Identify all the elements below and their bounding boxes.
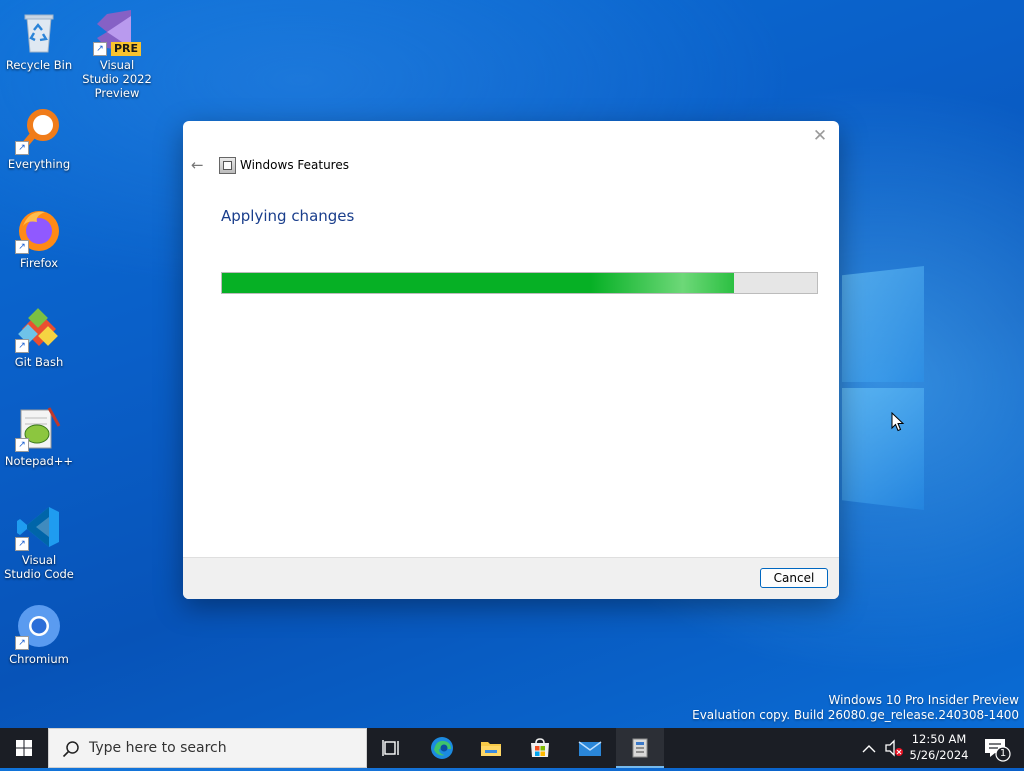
desktop-icon-label: Chromium (9, 652, 69, 666)
preview-badge: PRE (110, 42, 141, 56)
windows-logo-pane-top (842, 266, 924, 382)
taskbar-windows-features[interactable] (616, 728, 664, 768)
progress-bar (221, 272, 818, 294)
file-explorer-icon (481, 742, 501, 756)
watermark-edition: Windows 10 Pro Insider Preview (828, 693, 1019, 707)
desktop-icon-notepad-plus-plus[interactable]: ↗ Notepad++ (2, 404, 76, 468)
desktop-icon-label: Visual Studio Code (4, 553, 74, 581)
mouse-cursor-icon (891, 412, 905, 432)
desktop-icon-chromium[interactable]: ↗ Chromium (2, 602, 76, 666)
notification-count-badge: 1 (999, 748, 1007, 759)
desktop-icon-everything[interactable]: ↗ Everything (2, 107, 76, 171)
recycle-bin-icon (15, 8, 63, 56)
windows-start-icon (16, 740, 32, 756)
windows-features-icon (632, 738, 648, 758)
microsoft-store-icon (531, 738, 549, 757)
task-view-icon (382, 740, 399, 756)
taskbar-edge[interactable] (418, 728, 466, 768)
shortcut-arrow-icon: ↗ (15, 141, 29, 155)
notepad-plus-plus-icon: ↗ (15, 404, 63, 452)
clock-time: 12:50 AM (911, 732, 967, 746)
edge-icon (431, 737, 453, 759)
taskbar-mail[interactable] (566, 728, 614, 768)
firefox-icon: ↗ (15, 206, 63, 254)
clock-date: 5/26/2024 (909, 748, 969, 762)
task-view-button[interactable] (368, 728, 416, 768)
desktop-icon-label: Git Bash (14, 355, 64, 369)
shortcut-arrow-icon: ↗ (15, 438, 29, 452)
shortcut-arrow-icon: ↗ (93, 42, 107, 56)
back-arrow-icon[interactable]: ← (191, 156, 207, 174)
volume-button[interactable] (882, 728, 904, 768)
desktop-icon-label: Firefox (19, 256, 59, 270)
taskbar-clock[interactable]: 12:50 AM 5/26/2024 (905, 731, 973, 763)
shortcut-arrow-icon: ↗ (15, 339, 29, 353)
desktop-icon-firefox[interactable]: ↗ Firefox (2, 206, 76, 270)
search-icon (62, 741, 79, 758)
search-placeholder: Type here to search (89, 740, 227, 756)
windows-features-dialog: ✕ ← Windows Features Applying changes Ca… (183, 121, 839, 599)
close-button[interactable]: ✕ (809, 125, 831, 147)
chromium-icon: ↗ (15, 602, 63, 650)
dialog-title: Windows Features (240, 158, 349, 172)
desktop-icon-label: Recycle Bin (5, 58, 73, 72)
desktop-icon-recycle-bin[interactable]: Recycle Bin (2, 8, 76, 72)
desktop-icon-label: Visual Studio 2022 Preview (82, 58, 152, 100)
visual-studio-icon: PRE ↗ (93, 8, 141, 56)
shortcut-arrow-icon: ↗ (15, 240, 29, 254)
cancel-button[interactable]: Cancel (760, 568, 828, 588)
dialog-heading: Applying changes (221, 207, 355, 225)
mail-icon (578, 741, 602, 756)
action-center-button[interactable]: 1 (978, 728, 1018, 768)
notification-icon (985, 739, 1011, 762)
taskbar: Type here to search 12:50 AM 5/26/2024 1 (0, 728, 1024, 768)
start-button[interactable] (0, 728, 48, 768)
build-watermark: Windows 10 Pro Insider Preview Evaluatio… (692, 693, 1019, 723)
watermark-build: Evaluation copy. Build 26080.ge_release.… (692, 708, 1019, 722)
shortcut-arrow-icon: ↗ (15, 537, 29, 551)
show-hidden-icons-button[interactable] (858, 728, 880, 768)
progress-fill (222, 273, 734, 293)
desktop-icon-visual-studio-code[interactable]: ↗ Visual Studio Code (2, 503, 76, 581)
desktop-icon-label: Everything (7, 157, 71, 171)
windows-features-app-icon (219, 157, 236, 174)
vscode-icon: ↗ (15, 503, 63, 551)
git-bash-icon: ↗ (15, 305, 63, 353)
desktop-icon-visual-studio-2022-preview[interactable]: PRE ↗ Visual Studio 2022 Preview (80, 8, 154, 100)
chevron-up-icon (862, 745, 876, 753)
taskbar-file-explorer[interactable] (467, 728, 515, 768)
dialog-footer: Cancel (183, 557, 839, 599)
desktop-icon-git-bash[interactable]: ↗ Git Bash (2, 305, 76, 369)
shortcut-arrow-icon: ↗ (15, 636, 29, 650)
taskbar-search-box[interactable]: Type here to search (48, 728, 367, 768)
desktop-icon-label: Notepad++ (4, 454, 74, 468)
taskbar-microsoft-store[interactable] (516, 728, 564, 768)
volume-muted-icon (885, 739, 903, 757)
windows-logo-pane-bottom (842, 388, 924, 510)
everything-search-icon: ↗ (15, 107, 63, 155)
